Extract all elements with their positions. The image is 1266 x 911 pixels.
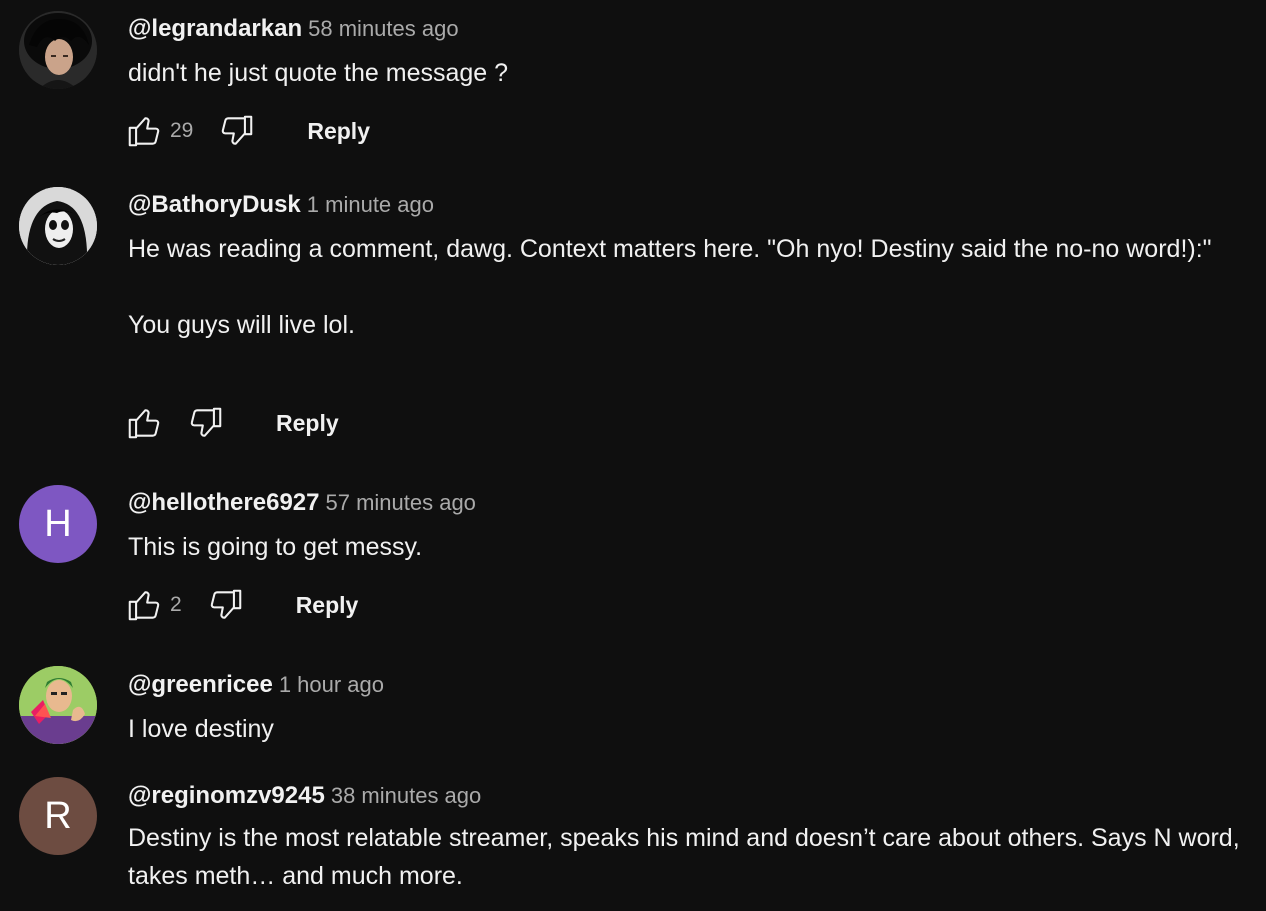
- thumbs-up-icon: [128, 117, 160, 147]
- avatar[interactable]: [19, 11, 97, 89]
- avatar-letter: H: [44, 502, 72, 545]
- thumbs-up-icon: [128, 591, 160, 621]
- like-button[interactable]: [124, 111, 164, 151]
- timestamp[interactable]: 58 minutes ago: [308, 16, 458, 41]
- comment-text: I love destiny: [128, 715, 274, 743]
- comment-item: @greenricee 1 hour ago I love destiny: [0, 660, 1266, 775]
- comment-header: @legrandarkan 58 minutes ago: [128, 14, 459, 44]
- comment-header: @reginomzv9245 38 minutes ago: [128, 781, 481, 811]
- comment-text: He was reading a comment, dawg. Context …: [128, 235, 1212, 339]
- like-count: 29: [170, 119, 194, 142]
- thumbs-down-icon: [190, 407, 222, 437]
- comment-text: didn't he just quote the message ?: [128, 59, 509, 87]
- timestamp[interactable]: 38 minutes ago: [331, 783, 481, 808]
- like-button[interactable]: [124, 585, 164, 625]
- timestamp[interactable]: 1 minute ago: [307, 192, 434, 217]
- cartoon-character-avatar-icon: [19, 666, 97, 744]
- avatar[interactable]: R: [19, 777, 97, 855]
- author-handle[interactable]: @BathoryDusk: [128, 191, 301, 218]
- author-handle[interactable]: @legrandarkan: [128, 15, 302, 42]
- avatar[interactable]: H: [19, 485, 97, 563]
- reply-button[interactable]: Reply: [307, 118, 370, 145]
- timestamp[interactable]: 1 hour ago: [279, 672, 384, 697]
- comment-item: @BathoryDusk 1 minute ago He was reading …: [0, 175, 1266, 475]
- comment-header: @BathoryDusk 1 minute ago: [128, 190, 434, 220]
- face-paint-avatar-icon: [19, 187, 97, 265]
- author-handle[interactable]: @hellothere6927: [128, 489, 319, 516]
- comment-item: @legrandarkan 58 minutes ago didn't he ju…: [0, 0, 1266, 175]
- comment-actions: 29 Reply: [124, 111, 370, 151]
- like-count: 2: [170, 593, 182, 616]
- comment-actions: 2 Reply: [124, 585, 358, 625]
- dark-hair-avatar-icon: [19, 11, 97, 89]
- comment-actions: Reply: [124, 403, 339, 443]
- dislike-button[interactable]: [206, 585, 246, 625]
- timestamp[interactable]: 57 minutes ago: [325, 490, 475, 515]
- avatar[interactable]: [19, 666, 97, 744]
- comment-item: H @hellothere6927 57 minutes ago This is …: [0, 475, 1266, 660]
- thumbs-down-icon: [210, 589, 241, 619]
- like-button[interactable]: [124, 403, 164, 443]
- comment-item: R @reginomzv9245 38 minutes ago Destiny i…: [0, 775, 1266, 911]
- reply-button[interactable]: Reply: [276, 410, 339, 437]
- dislike-button[interactable]: [217, 111, 257, 151]
- author-handle[interactable]: @greenricee: [128, 671, 273, 698]
- comment-header: @greenricee 1 hour ago: [128, 670, 384, 700]
- thumbs-up-icon: [128, 409, 160, 439]
- thumbs-down-icon: [222, 115, 253, 145]
- comment-text: Destiny is the most relatable streamer, …: [128, 824, 1247, 890]
- comment-header: @hellothere6927 57 minutes ago: [128, 488, 476, 518]
- dislike-button[interactable]: [186, 403, 226, 443]
- comment-text: This is going to get messy.: [128, 533, 423, 561]
- author-handle[interactable]: @reginomzv9245: [128, 782, 325, 809]
- reply-button[interactable]: Reply: [296, 592, 359, 619]
- avatar[interactable]: [19, 187, 97, 265]
- avatar-letter: R: [44, 794, 72, 837]
